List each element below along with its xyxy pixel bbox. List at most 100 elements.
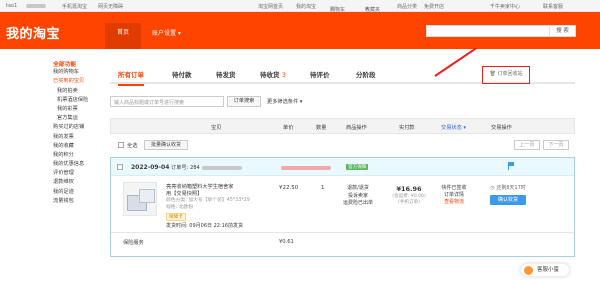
sidebar-item-bought[interactable]: 已买到的宝贝: [53, 77, 103, 86]
tab-all-orders[interactable]: 所有订单: [118, 69, 144, 86]
trade-ops: ◷ 还剩8天17时 确认收货: [483, 185, 533, 205]
sidebar-item-footprint[interactable]: 我的足迹: [53, 188, 103, 197]
free-open-link[interactable]: 免费开店: [424, 3, 444, 10]
tab-label: 待发货: [216, 71, 236, 79]
recycle-label: 订单回收站: [497, 71, 523, 77]
product-attributes: 颜色分类: 加大号【单个装】45*33*29 规格: 北欧粉: [166, 198, 256, 211]
my-taobao-link[interactable]: 我的淘宝: [296, 3, 316, 10]
chevron-down-icon: ▾: [461, 125, 467, 131]
tab-count: 3: [281, 71, 286, 79]
username-link[interactable]: tao1: [6, 3, 17, 9]
product-box-shape: [139, 189, 155, 203]
order-recycle-bin-link[interactable]: 🗑 订单回收站: [482, 66, 530, 84]
seller-center-link[interactable]: 千牛卖家中心: [490, 3, 520, 10]
complain-link[interactable]: 投诉卖家: [343, 193, 373, 201]
sidebar-item-cart[interactable]: 我的购物车: [53, 68, 103, 77]
product-image[interactable]: [123, 182, 157, 216]
th-real: 实付款: [399, 125, 415, 131]
accessible-link[interactable]: 网页无障碍: [98, 3, 123, 10]
order-header: 2022-09-04 订单号: 284 官方保障: [111, 158, 574, 176]
tab-label: 分阶段: [356, 71, 376, 79]
tab-staged[interactable]: 分阶段: [356, 69, 376, 79]
clock-icon: ◷: [490, 185, 495, 191]
sidebar-item-shops[interactable]: 购买过的店铺: [53, 123, 103, 132]
th-ops: 商品操作: [346, 125, 367, 131]
tab-unreceived[interactable]: 待收货 3: [260, 69, 286, 79]
quantity: 1: [321, 185, 325, 191]
order-detail-link[interactable]: 订单详情: [437, 192, 471, 199]
top-bar: tao1 手机逛淘宝 网页无障碍 淘宝网首页 我的淘宝 🛒 购物车 ★ 收藏夹 商品…: [0, 0, 600, 13]
mobile-link[interactable]: 手机逛淘宝: [62, 3, 87, 10]
real-amount: ¥16.96: [396, 185, 422, 193]
trade-status: 快件已签收 订单详情 查看物流: [437, 185, 471, 206]
sidebar-item-shipping[interactable]: 官方集运: [53, 114, 103, 123]
more-filter-label: 更多筛选条件: [267, 99, 299, 105]
tab-unpaid[interactable]: 待付款: [172, 69, 192, 79]
sidebar-item-lottery[interactable]: 我的彩票: [53, 105, 103, 114]
order-checkbox[interactable]: [117, 164, 123, 170]
sidebar-item-refund[interactable]: 退款维权: [53, 178, 103, 187]
batch-confirm-button[interactable]: 批量确认收货: [144, 140, 188, 150]
batch-row: 全选 批量确认收货 上一页 下一页: [110, 140, 575, 152]
ship-time: 发货时间: 09月06日 22:16前发货: [166, 223, 243, 229]
countdown-text: 还剩8天17时: [496, 185, 526, 191]
tab-unreviewed[interactable]: 待评价: [310, 69, 330, 79]
service-label: 保险服务: [123, 240, 144, 246]
cs-label: 客服小蜜: [537, 267, 560, 273]
th-status-label: 交易状态: [441, 125, 462, 131]
nav-account-settings[interactable]: 账户设置 ▾: [152, 28, 181, 37]
next-page-button[interactable]: 下一页: [543, 140, 569, 150]
nav-account-label: 账户设置: [152, 30, 177, 37]
assistant-avatar-icon: [524, 266, 533, 275]
logo[interactable]: 我的淘宝: [6, 23, 60, 42]
header: 我的淘宝 首页 账户设置 ▾ 搜 索: [0, 12, 600, 49]
shop-name-blur[interactable]: [281, 165, 331, 171]
order-search-button[interactable]: 订单搜索: [227, 96, 261, 107]
nav-home[interactable]: 首页: [105, 23, 141, 49]
category-link[interactable]: 商品分类: [397, 3, 417, 10]
sidebar-item-coupons[interactable]: 我的优惠信息: [53, 160, 103, 169]
view-logistics-link[interactable]: 查看物流: [437, 199, 471, 206]
product-attr-spec: 规格: 北欧粉: [166, 204, 194, 210]
insurance-badge: 保障卡: [166, 213, 186, 221]
sidebar-item-auction[interactable]: 我的拍卖: [53, 87, 103, 96]
header-search-input[interactable]: 搜 索: [426, 25, 576, 37]
contact-link[interactable]: 联系客服: [543, 3, 563, 10]
sidebar-item-reviews[interactable]: 评价管理: [53, 169, 103, 178]
product-title-link[interactable]: 亮亮收纳箱塑料大学生宿舍家用【交易快照】: [166, 184, 236, 198]
freight-insurance-link[interactable]: 运费险已出单: [343, 200, 373, 208]
more-filters-link[interactable]: 更多筛选条件 ▾: [267, 98, 302, 105]
th-item: 宝贝: [211, 125, 222, 131]
sidebar-item-invoice[interactable]: 我的发票: [53, 133, 103, 142]
item-ops: 退款/退货 投诉卖家 运费险已出单: [343, 185, 373, 208]
row-divider: [111, 232, 574, 233]
service-price: ¥0.61: [279, 239, 294, 245]
order-date: 2022-09-04: [131, 164, 170, 171]
countdown: ◷ 还剩8天17时: [483, 185, 533, 192]
sidebar-title: 全部功能: [53, 62, 77, 68]
order-search-input[interactable]: 输入商品标题或订单号进行搜索: [110, 96, 224, 107]
taobao-home-link[interactable]: 淘宝网首页: [258, 3, 283, 10]
status-text: 快件已签收: [441, 185, 467, 191]
flag-icon[interactable]: [508, 162, 514, 170]
sidebar-item-wallet[interactable]: 流量钱包: [53, 197, 103, 206]
prev-page-button[interactable]: 上一页: [514, 140, 540, 150]
header-search-button[interactable]: 搜 索: [549, 26, 575, 36]
username-blur: [26, 3, 46, 9]
th-trade-ops: 交易操作: [491, 125, 512, 131]
customer-service-float[interactable]: 客服小蜜: [520, 263, 570, 277]
sidebar-item-fav[interactable]: 我的收藏: [53, 142, 103, 151]
tab-label: 所有订单: [118, 71, 144, 79]
th-status-filter[interactable]: 交易状态 ▾: [441, 124, 466, 131]
sidebar-item-travel[interactable]: 机票酒店保险: [53, 96, 103, 105]
product-attr-color: 颜色分类: 加大号【单个装】45*33*29: [166, 198, 250, 203]
order-table-header: 宝贝 单价 数量 商品操作 实付款 交易状态 ▾ 交易操作: [110, 118, 575, 134]
sidebar-item-points[interactable]: 我的积分: [53, 151, 103, 160]
order-search-row: 输入商品标题或订单号进行搜索 订单搜索 更多筛选条件 ▾: [110, 96, 410, 108]
select-all-checkbox[interactable]: [118, 142, 124, 148]
confirm-receipt-button[interactable]: 确认收货: [490, 195, 526, 205]
tab-unshipped[interactable]: 待发货: [216, 69, 236, 79]
sidebar: 全部功能 我的购物车 已买到的宝贝 我的拍卖 机票酒店保险 我的彩票 官方集运 …: [53, 59, 103, 206]
refund-link[interactable]: 退款/退货: [343, 185, 373, 193]
tab-label: 待付款: [172, 71, 192, 79]
